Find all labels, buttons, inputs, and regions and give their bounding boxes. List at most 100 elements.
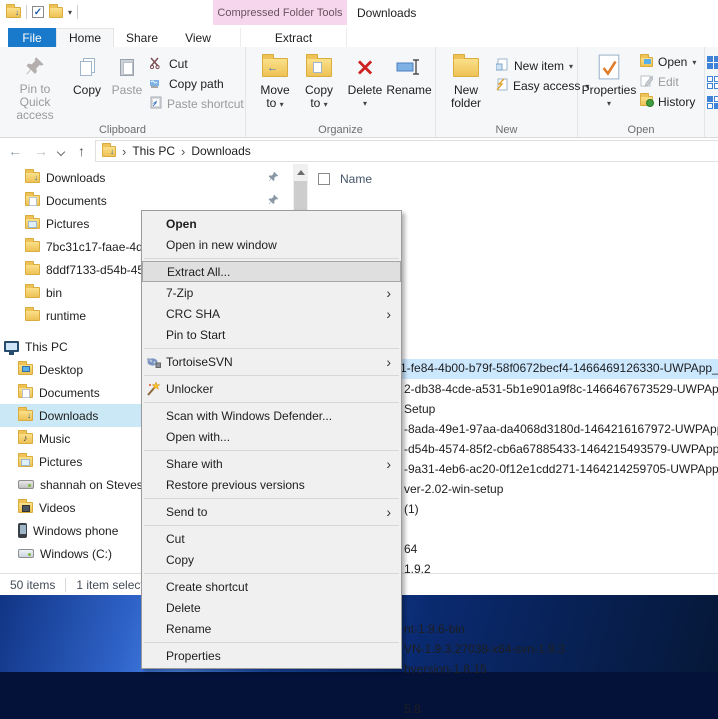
dropdown-caret-icon: ▾: [692, 57, 697, 67]
properties-check-icon[interactable]: ✓: [32, 6, 44, 18]
desktop-folder-icon: [18, 361, 33, 375]
copy-to-icon: [306, 50, 332, 84]
menu-item-extract-all[interactable]: Extract All...: [142, 261, 401, 282]
documents-folder-icon: [18, 384, 33, 398]
pin-to-quick-access-button[interactable]: Pin to Quick access: [4, 50, 66, 122]
tab-home[interactable]: Home: [56, 28, 114, 47]
menu-item-cut[interactable]: Cut: [142, 528, 401, 549]
menu-separator: [144, 524, 399, 526]
menu-item-tortoisesvn[interactable]: TortoiseSVN ›: [142, 351, 401, 372]
new-folder-button[interactable]: New folder: [442, 50, 490, 122]
breadcrumb-this-pc[interactable]: This PC: [132, 144, 175, 158]
new-item-button[interactable]: New item ▾: [495, 56, 589, 76]
paste-button[interactable]: Paste: [108, 50, 146, 122]
back-button[interactable]: ←: [8, 143, 22, 159]
address-bar: ← → ↑ ↓ › This PC › Downloads: [0, 138, 718, 164]
scroll-up-icon[interactable]: [293, 164, 308, 181]
menu-item-crc-sha[interactable]: CRC SHA ›: [142, 303, 401, 324]
move-to-button[interactable]: ← Move to ▾: [254, 50, 296, 122]
menu-item-send-to[interactable]: Send to ›: [142, 501, 401, 522]
delete-x-icon: ×: [354, 53, 376, 81]
submenu-arrow-icon: ›: [386, 353, 391, 370]
breadcrumb-downloads[interactable]: Downloads: [191, 144, 250, 158]
dropdown-caret-icon: ▾: [606, 99, 611, 108]
menu-item-delete[interactable]: Delete: [142, 597, 401, 618]
menu-item-copy[interactable]: Copy: [142, 549, 401, 570]
select-all-icon: [707, 55, 718, 69]
ribbon-group-select: Select all Select none Invert selection: [705, 47, 718, 137]
paste-icon: [120, 50, 134, 84]
open-icon: [640, 54, 653, 67]
menu-item-pin-to-start[interactable]: Pin to Start: [142, 324, 401, 345]
menu-item-open[interactable]: Open: [142, 213, 401, 234]
menu-separator: [144, 257, 399, 259]
file-row[interactable]: 5.8: [308, 699, 718, 719]
menu-item-share-with[interactable]: Share with ›: [142, 453, 401, 474]
select-all-button[interactable]: Select all: [707, 52, 718, 72]
menu-item-unlocker[interactable]: Unlocker: [142, 378, 401, 399]
ribbon-tabs: File Home Share View Extract: [0, 28, 718, 47]
paste-shortcut-button[interactable]: Paste shortcut: [150, 94, 244, 114]
recent-locations-caret-icon[interactable]: [56, 144, 66, 158]
dropdown-caret-icon: ▾: [279, 100, 284, 109]
menu-item-7zip[interactable]: 7-Zip ›: [142, 282, 401, 303]
sidebar-item-downloads-qa[interactable]: ↓ Downloads: [0, 166, 293, 189]
copy-to-button[interactable]: Copy to ▾: [298, 50, 340, 122]
edit-button[interactable]: Edit: [640, 72, 696, 92]
cut-button[interactable]: Cut: [149, 54, 244, 74]
invert-selection-button[interactable]: Invert selection: [707, 92, 718, 112]
pictures-folder-icon: [18, 453, 33, 467]
folder-icon[interactable]: [49, 3, 63, 18]
downloads-folder-icon: ↓: [25, 169, 40, 183]
file-row[interactable]: [308, 679, 718, 699]
menu-item-create-shortcut[interactable]: Create shortcut: [142, 576, 401, 597]
menu-item-open-with[interactable]: Open with...: [142, 426, 401, 447]
folder-icon: [25, 307, 40, 321]
tab-share[interactable]: Share: [114, 28, 170, 47]
rename-icon: [396, 50, 422, 84]
up-button[interactable]: ↑: [78, 143, 85, 159]
menu-separator: [144, 374, 399, 376]
menu-item-properties[interactable]: Properties: [142, 645, 401, 666]
folder-icon: [25, 261, 40, 275]
submenu-arrow-icon: ›: [386, 503, 391, 520]
open-button[interactable]: Open ▾: [640, 52, 696, 72]
dropdown-caret-icon: ▾: [323, 100, 328, 109]
tab-view[interactable]: View: [170, 28, 226, 47]
ribbon-group-clipboard: Pin to Quick access Copy Paste Cut Copy …: [0, 47, 246, 137]
select-none-button[interactable]: Select none: [707, 72, 718, 92]
network-drive-icon: [18, 480, 34, 489]
qat-dropdown-caret-icon[interactable]: ▾: [68, 8, 72, 17]
quick-access-toolbar: ↓ ✓ ▾: [6, 3, 79, 19]
menu-item-open-in-new-window[interactable]: Open in new window: [142, 234, 401, 255]
copy-path-button[interactable]: Copy path: [150, 74, 244, 94]
name-column-header[interactable]: Name: [340, 172, 372, 186]
downloads-folder-icon[interactable]: ↓: [6, 3, 21, 18]
tab-extract[interactable]: Extract: [240, 28, 347, 47]
copy-button[interactable]: Copy: [68, 50, 106, 122]
context-menu: Open Open in new window Extract All... 7…: [141, 210, 402, 669]
menu-item-rename[interactable]: Rename: [142, 618, 401, 639]
rename-button[interactable]: Rename: [386, 50, 432, 122]
menu-item-scan-with-defender[interactable]: Scan with Windows Defender...: [142, 405, 401, 426]
easy-access-icon: [496, 78, 508, 94]
group-label-organize: Organize: [318, 124, 363, 136]
delete-button[interactable]: × Delete ▾: [344, 50, 386, 122]
phone-icon: [18, 523, 27, 538]
new-folder-icon: [453, 50, 479, 84]
forward-button[interactable]: →: [34, 143, 48, 159]
select-all-checkbox[interactable]: [318, 173, 330, 185]
pin-icon: [268, 194, 279, 208]
easy-access-button[interactable]: Easy access ▾: [496, 76, 589, 96]
menu-separator: [144, 449, 399, 451]
scissors-icon: [149, 57, 164, 72]
new-item-icon: [495, 58, 509, 74]
file-list-header: Name: [308, 168, 372, 190]
menu-item-restore-previous-versions[interactable]: Restore previous versions: [142, 474, 401, 495]
submenu-arrow-icon: ›: [386, 284, 391, 301]
sidebar-item-documents-qa[interactable]: Documents: [0, 189, 293, 212]
tab-file[interactable]: File: [8, 28, 56, 47]
properties-button[interactable]: Properties ▾: [582, 50, 636, 122]
address-box[interactable]: ↓ › This PC › Downloads: [95, 140, 718, 162]
history-button[interactable]: History: [640, 92, 696, 112]
